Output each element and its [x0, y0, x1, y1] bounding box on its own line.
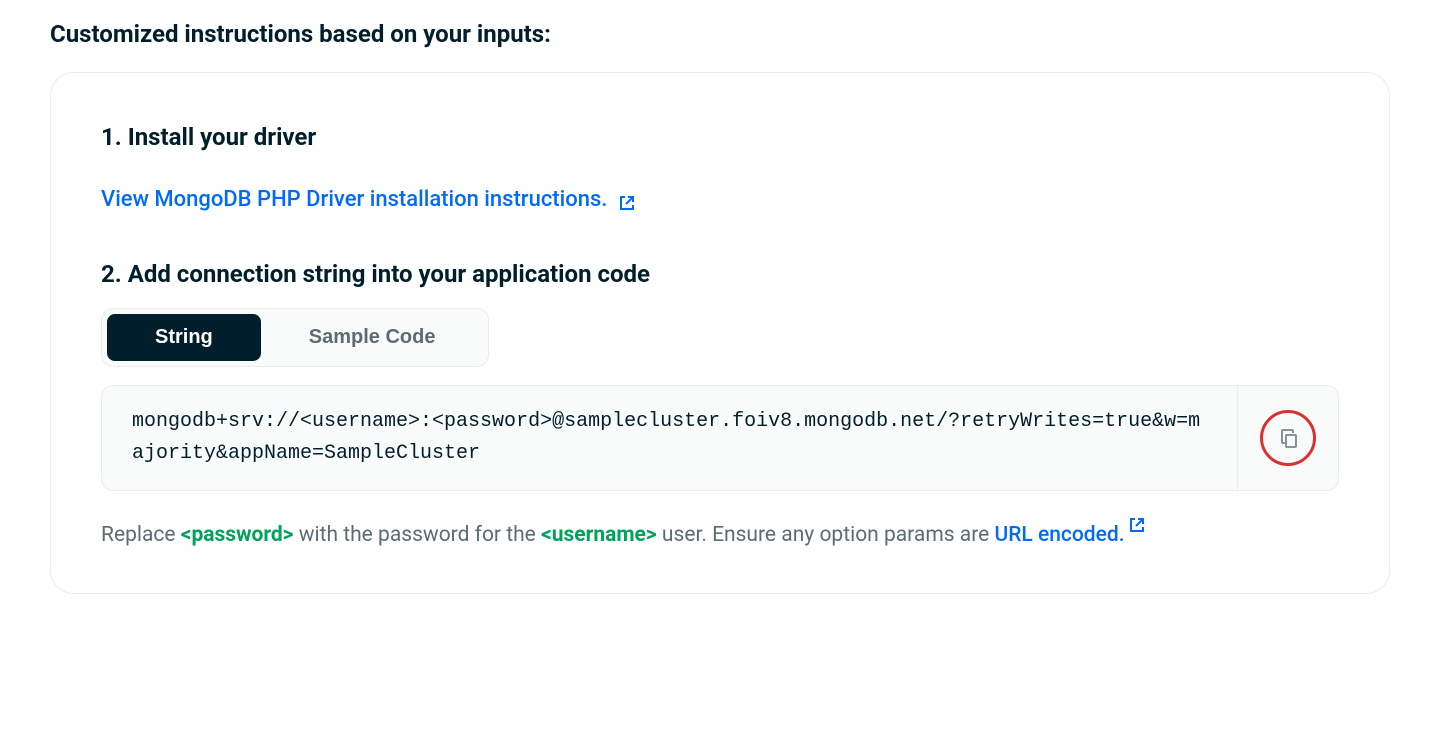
- tab-sample-code[interactable]: Sample Code: [261, 314, 484, 361]
- note-prefix: Replace: [101, 523, 181, 547]
- driver-install-link[interactable]: View MongoDB PHP Driver installation ins…: [101, 187, 635, 212]
- connection-string-block: mongodb+srv://<username>:<password>@samp…: [101, 385, 1339, 491]
- copy-button-container: [1237, 386, 1338, 490]
- password-placeholder: <password>: [181, 523, 294, 547]
- url-encoded-link-text: URL encoded.: [994, 523, 1124, 547]
- code-tabs: String Sample Code: [101, 308, 489, 367]
- driver-install-link-text: View MongoDB PHP Driver installation ins…: [101, 187, 607, 212]
- copy-button[interactable]: [1260, 410, 1316, 466]
- step1-heading: 1. Install your driver: [101, 123, 1339, 151]
- tab-string[interactable]: String: [107, 314, 261, 361]
- page-title: Customized instructions based on your in…: [50, 20, 1390, 48]
- note-mid1: with the password for the: [294, 523, 542, 547]
- step2-heading: 2. Add connection string into your appli…: [101, 260, 1339, 288]
- username-placeholder: <username>: [541, 523, 657, 547]
- replace-note: Replace <password> with the password for…: [101, 511, 1339, 553]
- copy-icon: [1276, 426, 1300, 450]
- external-link-icon: [619, 192, 635, 208]
- connection-string-text: mongodb+srv://<username>:<password>@samp…: [102, 386, 1237, 490]
- url-encoded-link[interactable]: URL encoded.: [994, 523, 1144, 547]
- instructions-card: 1. Install your driver View MongoDB PHP …: [50, 72, 1390, 594]
- external-link-icon: [1129, 511, 1145, 527]
- note-mid2: user. Ensure any option params are: [657, 523, 995, 547]
